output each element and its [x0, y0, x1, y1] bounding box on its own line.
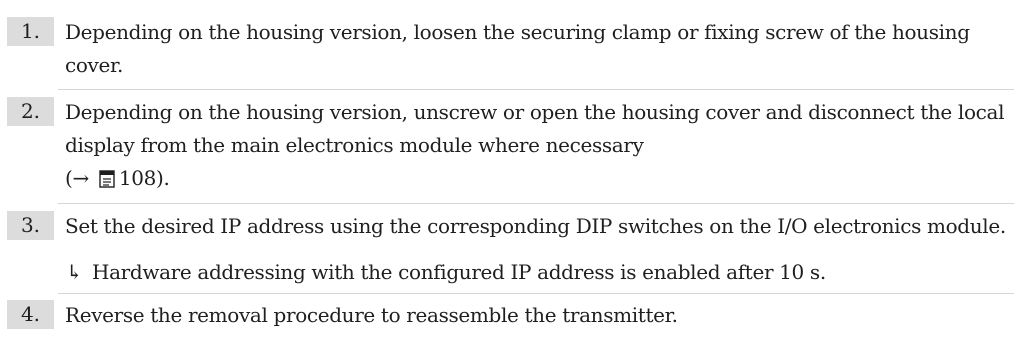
step-4: 4. Reverse the removal procedure to reas…	[7, 299, 1012, 335]
page-reference-close: ).	[156, 166, 170, 190]
page-reference-number: 108	[118, 166, 156, 190]
step-text: Set the desired IP address using the cor…	[65, 214, 1006, 238]
step-2: 2. Depending on the housing version, uns…	[7, 96, 1012, 196]
page-reference-open: (→	[65, 166, 89, 190]
divider	[58, 89, 1014, 90]
page-reference: (→ 108).	[65, 166, 170, 190]
step-1: 1. Depending on the housing version, loo…	[7, 16, 1012, 82]
step-text: Depending on the housing version, unscre…	[65, 96, 1012, 195]
step-3-result: ↳ Hardware addressing with the configured…	[58, 256, 1019, 289]
step-number: 4.	[7, 300, 54, 329]
result-arrow-icon: ↳	[66, 260, 83, 284]
document-page-icon	[99, 170, 115, 188]
step-text: Depending on the housing version, loosen…	[65, 20, 970, 77]
divider	[58, 293, 1014, 294]
divider	[58, 203, 1014, 204]
instruction-steps: 1. Depending on the housing version, loo…	[0, 0, 1019, 340]
step-text: Reverse the removal procedure to reassem…	[65, 303, 678, 327]
result-text: Hardware addressing with the configured …	[92, 260, 826, 284]
step-number: 2.	[7, 97, 54, 126]
step-number: 1.	[7, 17, 54, 46]
step-text-main: Depending on the housing version, unscre…	[65, 100, 1005, 157]
step-number: 3.	[7, 211, 54, 240]
